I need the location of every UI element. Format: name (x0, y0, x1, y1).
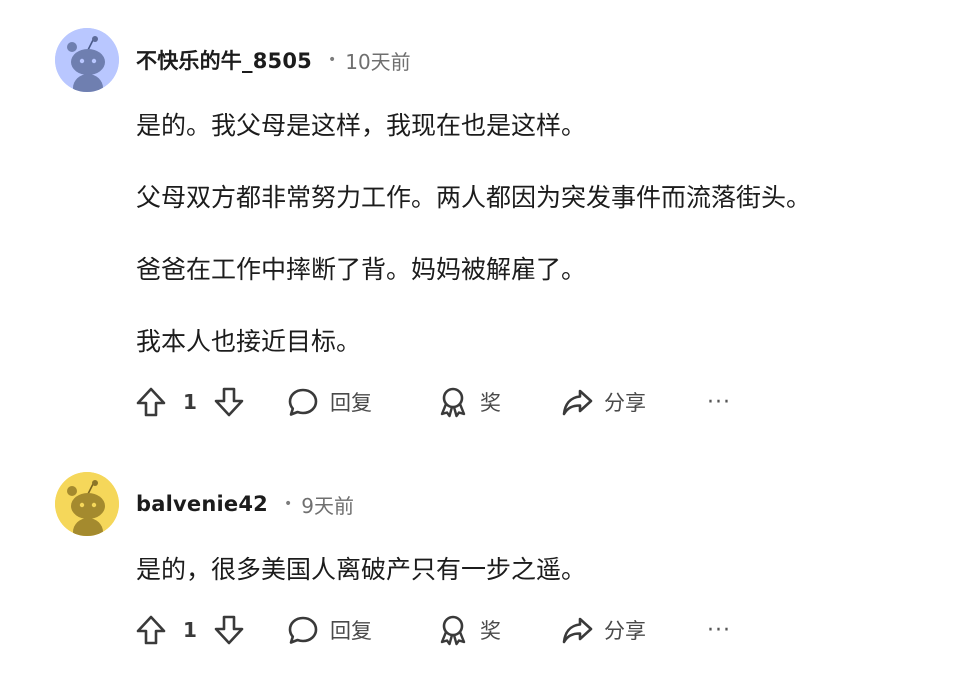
comment: 不快乐的牛_8505 • 10天前 是的。我父母是这样，我现在也是这样。 父母双… (0, 0, 970, 440)
speech-bubble-icon (288, 388, 318, 416)
downvote-arrow-icon (214, 615, 244, 645)
meta-separator: • (283, 496, 293, 512)
avatar[interactable] (55, 472, 119, 536)
comment-meta: 不快乐的牛_8505 • 10天前 (136, 46, 411, 74)
vote-count: 1 (183, 618, 197, 642)
comment-actions: 1 回复 奖 分享 ··· (132, 610, 752, 650)
more-dots-icon: ··· (707, 617, 731, 643)
more-dots-icon: ··· (707, 389, 731, 415)
share-button[interactable]: 分享 (560, 610, 646, 650)
award-label: 奖 (480, 619, 501, 643)
downvote-arrow-icon (214, 387, 244, 417)
username[interactable]: balvenie42 (136, 492, 268, 516)
upvote-button[interactable] (134, 382, 168, 422)
username[interactable]: 不快乐的牛_8505 (136, 45, 312, 75)
reply-label: 回复 (330, 391, 372, 415)
share-label: 分享 (604, 391, 646, 415)
reply-button[interactable]: 回复 (286, 382, 372, 422)
comment-paragraph: 爸爸在工作中摔断了背。妈妈被解雇了。 (136, 255, 587, 284)
share-arrow-icon (562, 617, 593, 644)
award-ribbon-icon (440, 387, 466, 418)
award-label: 奖 (480, 391, 501, 415)
comment-paragraph: 我本人也接近目标。 (136, 327, 362, 356)
comment: balvenie42 • 9天前 是的，很多美国人离破产只有一步之遥。 1 回复 (0, 440, 970, 678)
upvote-button[interactable] (134, 610, 168, 650)
snoo-avatar-icon (55, 472, 119, 536)
comment-actions: 1 回复 奖 分享 ··· (132, 382, 752, 422)
timestamp[interactable]: 9天前 (301, 490, 354, 519)
downvote-button[interactable] (212, 610, 246, 650)
comment-meta: balvenie42 • 9天前 (136, 490, 354, 518)
award-ribbon-icon (440, 615, 466, 646)
comment-paragraph: 是的，很多美国人离破产只有一步之遥。 (136, 555, 587, 584)
share-label: 分享 (604, 619, 646, 643)
reply-label: 回复 (330, 619, 372, 643)
share-arrow-icon (562, 389, 593, 416)
downvote-button[interactable] (212, 382, 246, 422)
comment-paragraph: 是的。我父母是这样，我现在也是这样。 (136, 111, 587, 140)
snoo-avatar-icon (55, 28, 119, 92)
upvote-arrow-icon (136, 387, 166, 417)
avatar[interactable] (55, 28, 119, 92)
award-button[interactable]: 奖 (436, 610, 501, 650)
comment-paragraph: 父母双方都非常努力工作。两人都因为突发事件而流落街头。 (136, 183, 812, 212)
speech-bubble-icon (288, 616, 318, 644)
reply-button[interactable]: 回复 (286, 610, 372, 650)
timestamp[interactable]: 10天前 (345, 46, 410, 75)
share-button[interactable]: 分享 (560, 382, 646, 422)
more-options-button[interactable]: ··· (707, 610, 731, 650)
meta-separator: • (327, 52, 337, 68)
more-options-button[interactable]: ··· (707, 382, 731, 422)
upvote-arrow-icon (136, 615, 166, 645)
award-button[interactable]: 奖 (436, 382, 501, 422)
vote-count: 1 (183, 390, 197, 414)
